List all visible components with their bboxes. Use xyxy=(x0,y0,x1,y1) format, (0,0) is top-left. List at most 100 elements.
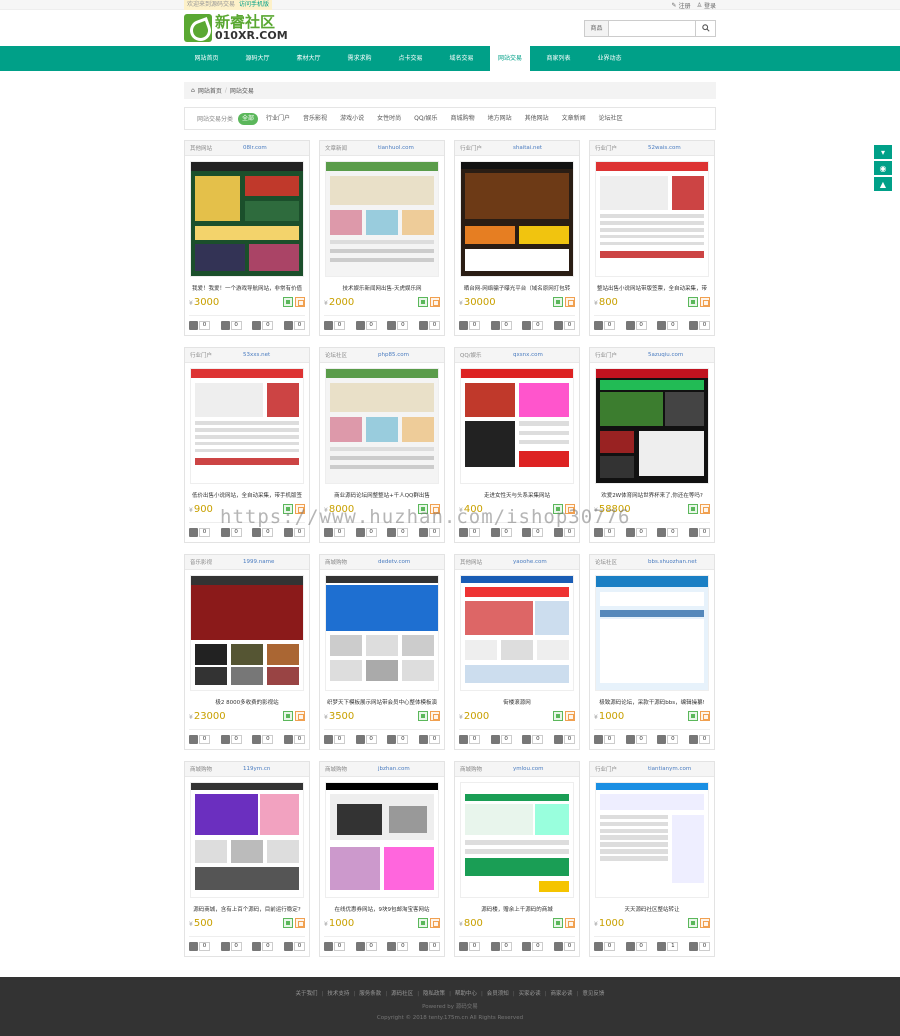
site-thumbnail[interactable] xyxy=(460,161,574,277)
card-description[interactable]: 技术娱乐新闻网出售-天虎娱乐网 xyxy=(320,284,444,292)
shop-home-icon[interactable] xyxy=(688,504,698,514)
shop-home-icon[interactable] xyxy=(553,918,563,928)
shop-home-icon[interactable] xyxy=(283,504,293,514)
add-to-cart-icon[interactable] xyxy=(430,918,440,928)
site-thumbnail[interactable] xyxy=(460,782,574,898)
card-domain[interactable]: tianhuol.com xyxy=(378,145,414,151)
card-domain[interactable]: jbzhan.com xyxy=(378,766,410,772)
footer-link[interactable]: 会员须知 xyxy=(487,991,509,997)
nav-item[interactable]: 点卡交易 xyxy=(388,46,433,71)
login-link[interactable]: ♙ 登录 xyxy=(697,1,716,10)
footer-link[interactable]: 买家必读 xyxy=(519,991,541,997)
footer-link[interactable]: 技术支持 xyxy=(327,991,349,997)
card-domain[interactable]: 5azuqiu.com xyxy=(648,352,683,358)
shop-home-icon[interactable] xyxy=(283,711,293,721)
listing-card[interactable]: 行业门户 53xxs.net 低价出售小说网站，全自动采集，带手机版签 ¥900… xyxy=(184,347,310,543)
site-thumbnail[interactable] xyxy=(595,782,709,898)
listing-card[interactable]: 其他网站 yaoohe.com 街楼滚源网 ¥2000 0 0 0 0 xyxy=(454,554,580,750)
nav-item[interactable]: 业界动态 xyxy=(587,46,632,71)
listing-card[interactable]: 行业门户 shaitai.net 晒台网-网络骗子曝光平台（域名原网打包转 ¥3… xyxy=(454,140,580,336)
category-item[interactable]: 地方网站 xyxy=(483,113,517,125)
site-thumbnail[interactable] xyxy=(595,575,709,691)
site-thumbnail[interactable] xyxy=(460,368,574,484)
card-domain[interactable]: 52wais.com xyxy=(648,145,681,151)
listing-card[interactable]: 论坛社区 bbs.shuozhan.net 极致源码论坛，采款干源码bbs，编辑… xyxy=(589,554,715,750)
footer-link[interactable]: 关于我们 xyxy=(296,991,318,997)
footer-link[interactable]: 源码社区 xyxy=(391,991,413,997)
card-domain[interactable]: 53xxs.net xyxy=(243,352,270,358)
card-domain[interactable]: 08lr.com xyxy=(243,145,267,151)
shop-home-icon[interactable] xyxy=(283,918,293,928)
card-domain[interactable]: php85.com xyxy=(378,352,409,358)
card-domain[interactable]: 1999.name xyxy=(243,559,274,565)
card-description[interactable]: 源码楼，赠余上千源码的商城 xyxy=(455,905,579,913)
nav-item[interactable]: 网站交易 xyxy=(490,46,530,71)
add-to-cart-icon[interactable] xyxy=(295,711,305,721)
add-to-cart-icon[interactable] xyxy=(295,504,305,514)
add-to-cart-icon[interactable] xyxy=(700,504,710,514)
shop-home-icon[interactable] xyxy=(688,711,698,721)
mobile-link[interactable]: 访问手机版 xyxy=(239,1,269,8)
back-to-top-icon[interactable]: ▲ xyxy=(874,177,892,191)
breadcrumb-home[interactable]: 网站首页 xyxy=(198,86,222,95)
card-description[interactable]: 我爱！我爱！一个游戏导航网站，非常有价值 xyxy=(185,284,309,292)
card-description[interactable]: 极2 8000多收费的影视站 xyxy=(185,698,309,706)
listing-card[interactable]: 论坛社区 php85.com 商业源码论坛网整整站+千人QQ群出售 ¥8000 … xyxy=(319,347,445,543)
add-to-cart-icon[interactable] xyxy=(700,297,710,307)
category-item[interactable]: 行业门户 xyxy=(261,113,295,125)
card-domain[interactable]: shaitai.net xyxy=(513,145,542,151)
site-thumbnail[interactable] xyxy=(325,575,439,691)
card-description[interactable]: 极致源码论坛，采款干源码bbs，编辑操纂! xyxy=(590,698,714,706)
nav-item[interactable]: 域名交易 xyxy=(439,46,484,71)
card-description[interactable]: 源码商城，含有上百个源码，目前运行稳定? xyxy=(185,905,309,913)
add-to-cart-icon[interactable] xyxy=(295,918,305,928)
shop-home-icon[interactable] xyxy=(418,504,428,514)
footer-link[interactable]: 服务条款 xyxy=(359,991,381,997)
listing-card[interactable]: 商城购物 jbzhan.com 在线优惠券网站，9块9包邮淘宝客网站 ¥1000… xyxy=(319,761,445,957)
card-description[interactable]: 欢爱2W体育网站世界杯来了,你还在等吗? xyxy=(590,491,714,499)
site-thumbnail[interactable] xyxy=(190,368,304,484)
eye-icon[interactable]: ◉ xyxy=(874,161,892,175)
site-thumbnail[interactable] xyxy=(190,161,304,277)
listing-card[interactable]: 商城购物 dedetv.com 织梦天下模板展示网站带会员中心整体模板演 ¥35… xyxy=(319,554,445,750)
add-to-cart-icon[interactable] xyxy=(700,711,710,721)
add-to-cart-icon[interactable] xyxy=(430,297,440,307)
card-description[interactable]: 天天源码社区整站转让 xyxy=(590,905,714,913)
shop-home-icon[interactable] xyxy=(418,297,428,307)
footer-link[interactable]: 意见反馈 xyxy=(582,991,604,997)
shop-home-icon[interactable] xyxy=(553,297,563,307)
add-to-cart-icon[interactable] xyxy=(430,504,440,514)
add-to-cart-icon[interactable] xyxy=(565,711,575,721)
nav-item[interactable]: 商家列表 xyxy=(536,46,581,71)
add-to-cart-icon[interactable] xyxy=(565,918,575,928)
nav-item[interactable]: 网站首页 xyxy=(184,46,229,71)
listing-card[interactable]: QQ/娱乐 qxsnx.com 走进女性天与头系采集网站 ¥400 0 0 0 0 xyxy=(454,347,580,543)
shop-home-icon[interactable] xyxy=(283,297,293,307)
category-item[interactable]: 商城购物 xyxy=(446,113,480,125)
card-description[interactable]: 织梦天下模板展示网站带会员中心整体模板演 xyxy=(320,698,444,706)
search-type-select[interactable]: 商品 xyxy=(585,20,609,36)
category-item[interactable]: 其他网站 xyxy=(520,113,554,125)
card-domain[interactable]: qxsnx.com xyxy=(513,352,543,358)
site-thumbnail[interactable] xyxy=(595,161,709,277)
category-item[interactable]: QQ/娱乐 xyxy=(409,113,442,125)
register-link[interactable]: ✎ 注册 xyxy=(672,1,691,10)
card-description[interactable]: 街楼滚源网 xyxy=(455,698,579,706)
listing-card[interactable]: 商城购物 119ym.cn 源码商城，含有上百个源码，目前运行稳定? ¥500 … xyxy=(184,761,310,957)
shop-home-icon[interactable] xyxy=(688,297,698,307)
shop-home-icon[interactable] xyxy=(688,918,698,928)
nav-item[interactable]: 素材大厅 xyxy=(286,46,331,71)
card-description[interactable]: 走进女性天与头系采集网站 xyxy=(455,491,579,499)
add-to-cart-icon[interactable] xyxy=(295,297,305,307)
card-description[interactable]: 商业源码论坛网整整站+千人QQ群出售 xyxy=(320,491,444,499)
category-item[interactable]: 女性时尚 xyxy=(372,113,406,125)
category-item[interactable]: 游戏小说 xyxy=(335,113,369,125)
shop-home-icon[interactable] xyxy=(553,711,563,721)
nav-item[interactable]: 需求求购 xyxy=(337,46,382,71)
add-to-cart-icon[interactable] xyxy=(565,504,575,514)
add-to-cart-icon[interactable] xyxy=(565,297,575,307)
card-domain[interactable]: tiantianym.com xyxy=(648,766,691,772)
footer-link[interactable]: 帮助中心 xyxy=(455,991,477,997)
card-domain[interactable]: ymlou.com xyxy=(513,766,544,772)
listing-card[interactable]: 音乐影视 1999.name 极2 8000多收费的影视站 ¥23000 000… xyxy=(184,554,310,750)
